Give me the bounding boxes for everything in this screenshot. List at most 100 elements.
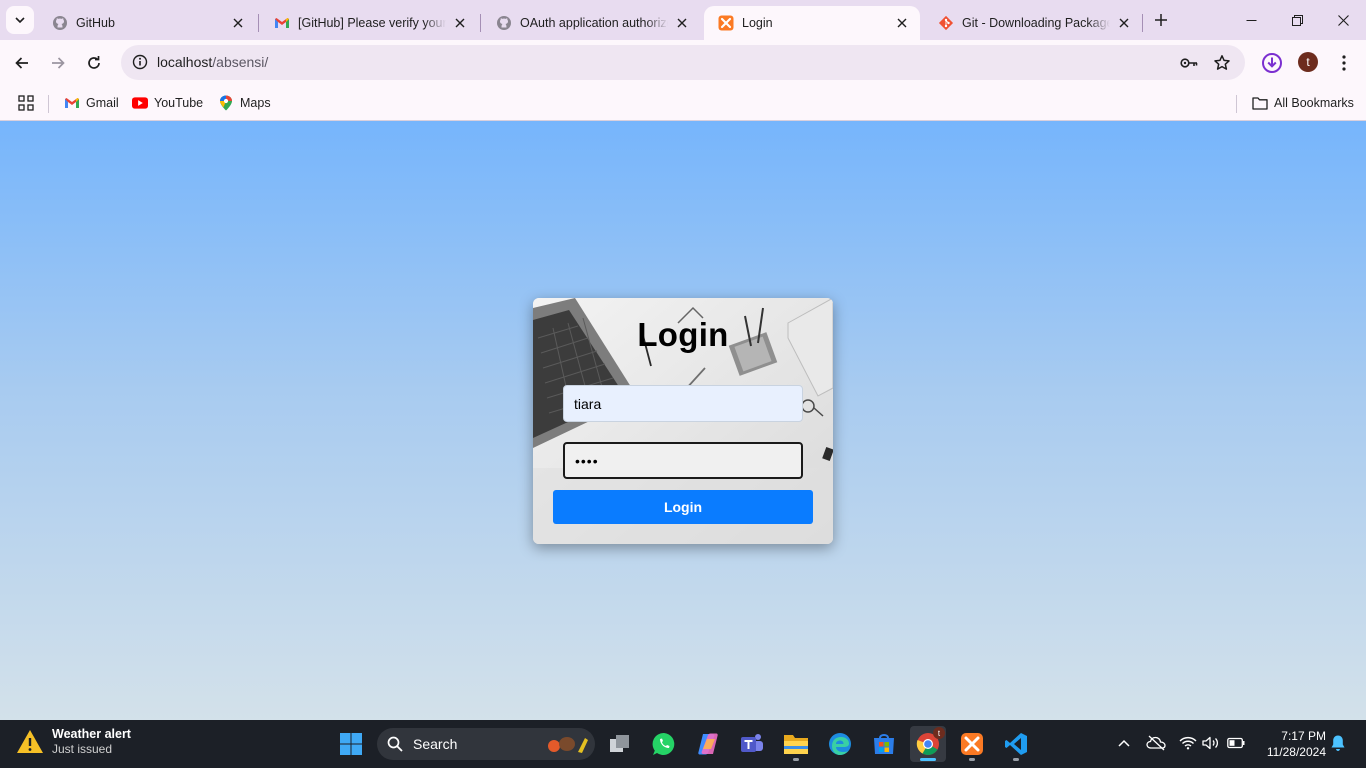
battery-tray-icon[interactable]: [1225, 732, 1247, 754]
running-indicator: [920, 758, 936, 761]
store-icon: [874, 734, 894, 754]
bookmark-star-icon[interactable]: [1211, 52, 1233, 74]
close-icon[interactable]: [230, 15, 246, 31]
url-text[interactable]: localhost/absensi/: [157, 54, 268, 70]
gmail-icon: [274, 15, 290, 31]
tab-separator: [1142, 14, 1143, 32]
taskbar-search[interactable]: Search: [377, 728, 595, 760]
site-info-icon[interactable]: [127, 49, 153, 75]
back-button[interactable]: [6, 47, 38, 79]
taskbar-xampp[interactable]: [954, 726, 990, 762]
show-hidden-icons-button[interactable]: [1113, 732, 1135, 754]
taskbar-whatsapp[interactable]: [646, 726, 682, 762]
tab-separator: [480, 14, 481, 32]
all-bookmarks-button[interactable]: All Bookmarks: [1252, 92, 1354, 114]
windows-logo-icon: [340, 733, 362, 755]
task-view-button[interactable]: [602, 726, 638, 762]
more-vertical-icon: [1342, 55, 1346, 71]
tab-github-verify[interactable]: [GitHub] Please verify your device: [260, 6, 478, 40]
bookmark-label: YouTube: [154, 96, 204, 110]
volume-tray-icon[interactable]: [1200, 732, 1222, 754]
minimize-icon: [1246, 19, 1256, 21]
reload-icon: [88, 56, 100, 69]
whatsapp-icon: [652, 732, 675, 755]
tab-title: Git - Downloading Package: [962, 16, 1110, 30]
tab-title: Login: [742, 16, 773, 30]
url-path: /absensi/: [212, 54, 269, 70]
tab-git-download[interactable]: Git - Downloading Package: [924, 6, 1142, 40]
reload-button[interactable]: [78, 47, 110, 79]
taskbar-file-explorer[interactable]: [778, 726, 814, 762]
minimize-button[interactable]: [1228, 0, 1274, 40]
tab-login[interactable]: Login: [704, 6, 920, 40]
tab-search-button[interactable]: [6, 6, 34, 34]
all-bookmarks-label: All Bookmarks: [1274, 96, 1354, 110]
taskbar-copilot[interactable]: [690, 726, 726, 762]
tab-github[interactable]: GitHub: [38, 6, 256, 40]
battery-icon: [1227, 737, 1245, 749]
tab-strip: GitHub [GitHub] Please verify your devic…: [0, 0, 1366, 40]
password-key-icon[interactable]: [1178, 52, 1200, 74]
bookmark-maps[interactable]: Maps: [218, 92, 271, 114]
apps-button[interactable]: [18, 92, 34, 114]
username-input[interactable]: [563, 385, 803, 422]
password-input[interactable]: [563, 442, 803, 479]
wifi-icon: [1179, 736, 1197, 750]
chrome-profile-badge: t: [933, 727, 945, 739]
copilot-icon: [698, 733, 718, 755]
tab-title: OAuth application authorized: [520, 16, 668, 30]
windows-taskbar: Weather alert Just issued Search t 7:17 …: [0, 720, 1366, 768]
clock[interactable]: 7:17 PM 11/28/2024: [1256, 728, 1326, 760]
restore-button[interactable]: [1274, 0, 1320, 40]
bookmark-separator: [48, 95, 49, 113]
close-icon[interactable]: [894, 15, 910, 31]
close-icon[interactable]: [1116, 15, 1132, 31]
bookmark-gmail[interactable]: Gmail: [64, 92, 119, 114]
chevron-up-icon: [1118, 739, 1130, 747]
login-button[interactable]: Login: [553, 490, 813, 524]
search-highlight-icon: [548, 737, 588, 753]
git-icon: [938, 15, 954, 31]
taskbar-store[interactable]: [866, 726, 902, 762]
gmail-icon: [64, 95, 80, 111]
onedrive-tray-icon[interactable]: [1145, 732, 1167, 754]
search-label: Search: [413, 736, 458, 752]
github-icon: [52, 15, 68, 31]
edge-icon: [829, 733, 851, 755]
browser-toolbar: localhost/absensi/ t: [0, 40, 1366, 86]
bookmark-youtube[interactable]: YouTube: [132, 92, 203, 114]
notifications-button[interactable]: [1327, 732, 1349, 754]
close-window-button[interactable]: [1320, 0, 1366, 40]
taskbar-teams[interactable]: [734, 726, 770, 762]
taskbar-vscode[interactable]: [998, 726, 1034, 762]
warning-icon: [17, 729, 43, 753]
taskbar-edge[interactable]: [822, 726, 858, 762]
address-bar[interactable]: localhost/absensi/: [121, 45, 1245, 80]
downloads-button[interactable]: [1256, 47, 1288, 79]
search-icon: [387, 736, 403, 752]
close-icon[interactable]: [674, 15, 690, 31]
page-title: Login: [637, 316, 729, 353]
close-icon: [1337, 14, 1349, 26]
forward-button[interactable]: [42, 47, 74, 79]
taskbar-chrome[interactable]: t: [910, 726, 946, 762]
weather-title: Weather alert: [52, 727, 131, 741]
profile-avatar[interactable]: t: [1298, 52, 1318, 72]
tab-oauth[interactable]: OAuth application authorized: [482, 6, 700, 40]
bookmark-label: Gmail: [86, 96, 119, 110]
arrow-right-icon: [52, 57, 65, 69]
menu-button[interactable]: [1328, 47, 1360, 79]
chevron-down-icon: [15, 17, 25, 24]
weather-widget[interactable]: Weather alert Just issued: [16, 727, 131, 756]
github-icon: [496, 15, 512, 31]
bookmarks-bar: Gmail YouTube Maps All Bookmarks: [0, 86, 1366, 121]
wifi-tray-icon[interactable]: [1177, 732, 1199, 754]
close-icon[interactable]: [452, 15, 468, 31]
start-button[interactable]: [333, 726, 369, 762]
speaker-icon: [1202, 736, 1219, 750]
new-tab-button[interactable]: [1150, 9, 1172, 31]
maps-icon: [218, 95, 234, 111]
tab-title: GitHub: [76, 16, 115, 30]
download-icon: [1262, 53, 1282, 73]
youtube-icon: [132, 95, 148, 111]
